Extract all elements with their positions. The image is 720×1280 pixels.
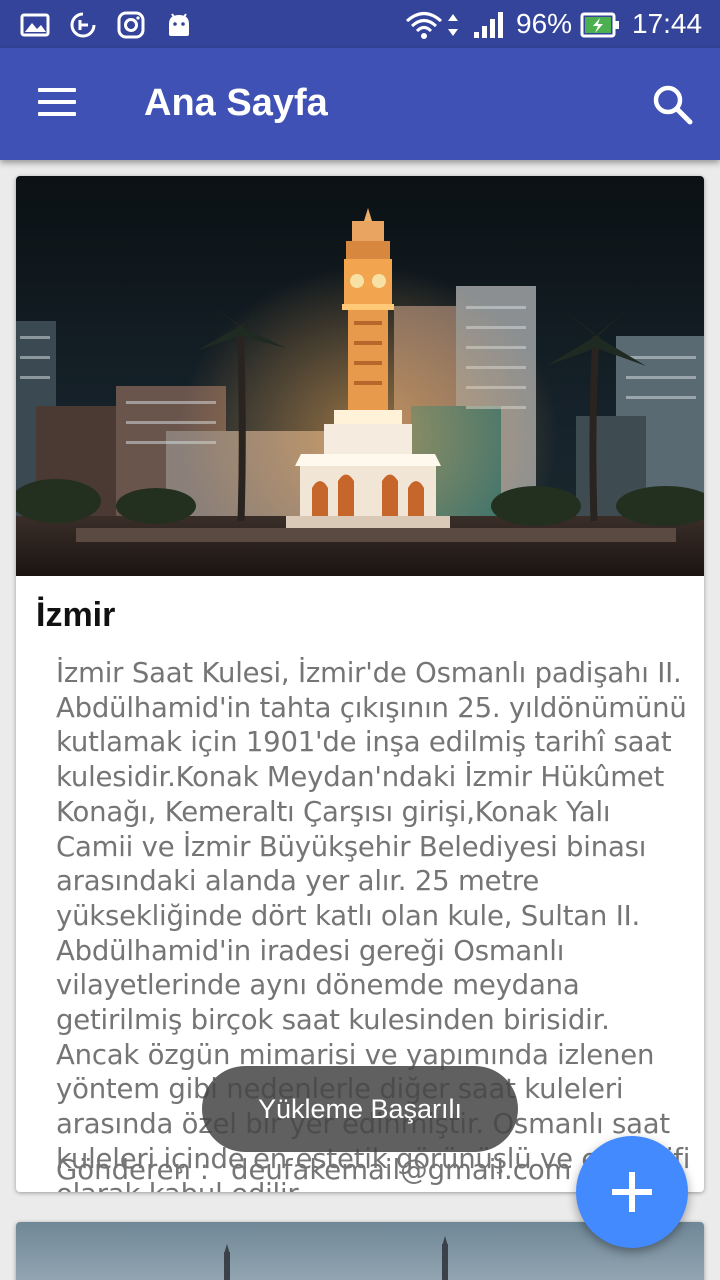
clock-tower-photo [16, 176, 704, 576]
instagram-icon [117, 11, 145, 39]
data-transfer-icon [448, 14, 458, 36]
sender-row: Gönderen : deufakemail@gmail.com [56, 1154, 571, 1186]
hamburger-menu-icon[interactable] [24, 80, 88, 128]
gallery-icon [20, 13, 50, 37]
toast-message: Yükleme Başarılı [202, 1066, 518, 1152]
add-button[interactable] [576, 1136, 688, 1248]
wifi-icon [406, 12, 442, 39]
sender-label: Gönderen : [56, 1154, 209, 1186]
battery-charging-icon [580, 12, 619, 38]
post-card[interactable]: İzmir İzmir Saat Kulesi, İzmir'de Osmanl… [16, 176, 704, 1192]
search-icon[interactable] [648, 80, 696, 128]
clock: 17:44 [632, 8, 703, 39]
app-bar: Ana Sayfa [0, 48, 720, 160]
page-title: Ana Sayfa [144, 82, 328, 124]
sync-icon [70, 12, 96, 38]
status-bar: 96% 17:44 [0, 0, 720, 48]
signal-icon [474, 12, 503, 38]
post-title: İzmir [36, 596, 116, 634]
android-icon [169, 13, 189, 36]
battery-percent: 96% [516, 8, 573, 39]
sender-email[interactable]: deufakemail@gmail.com [231, 1154, 571, 1186]
